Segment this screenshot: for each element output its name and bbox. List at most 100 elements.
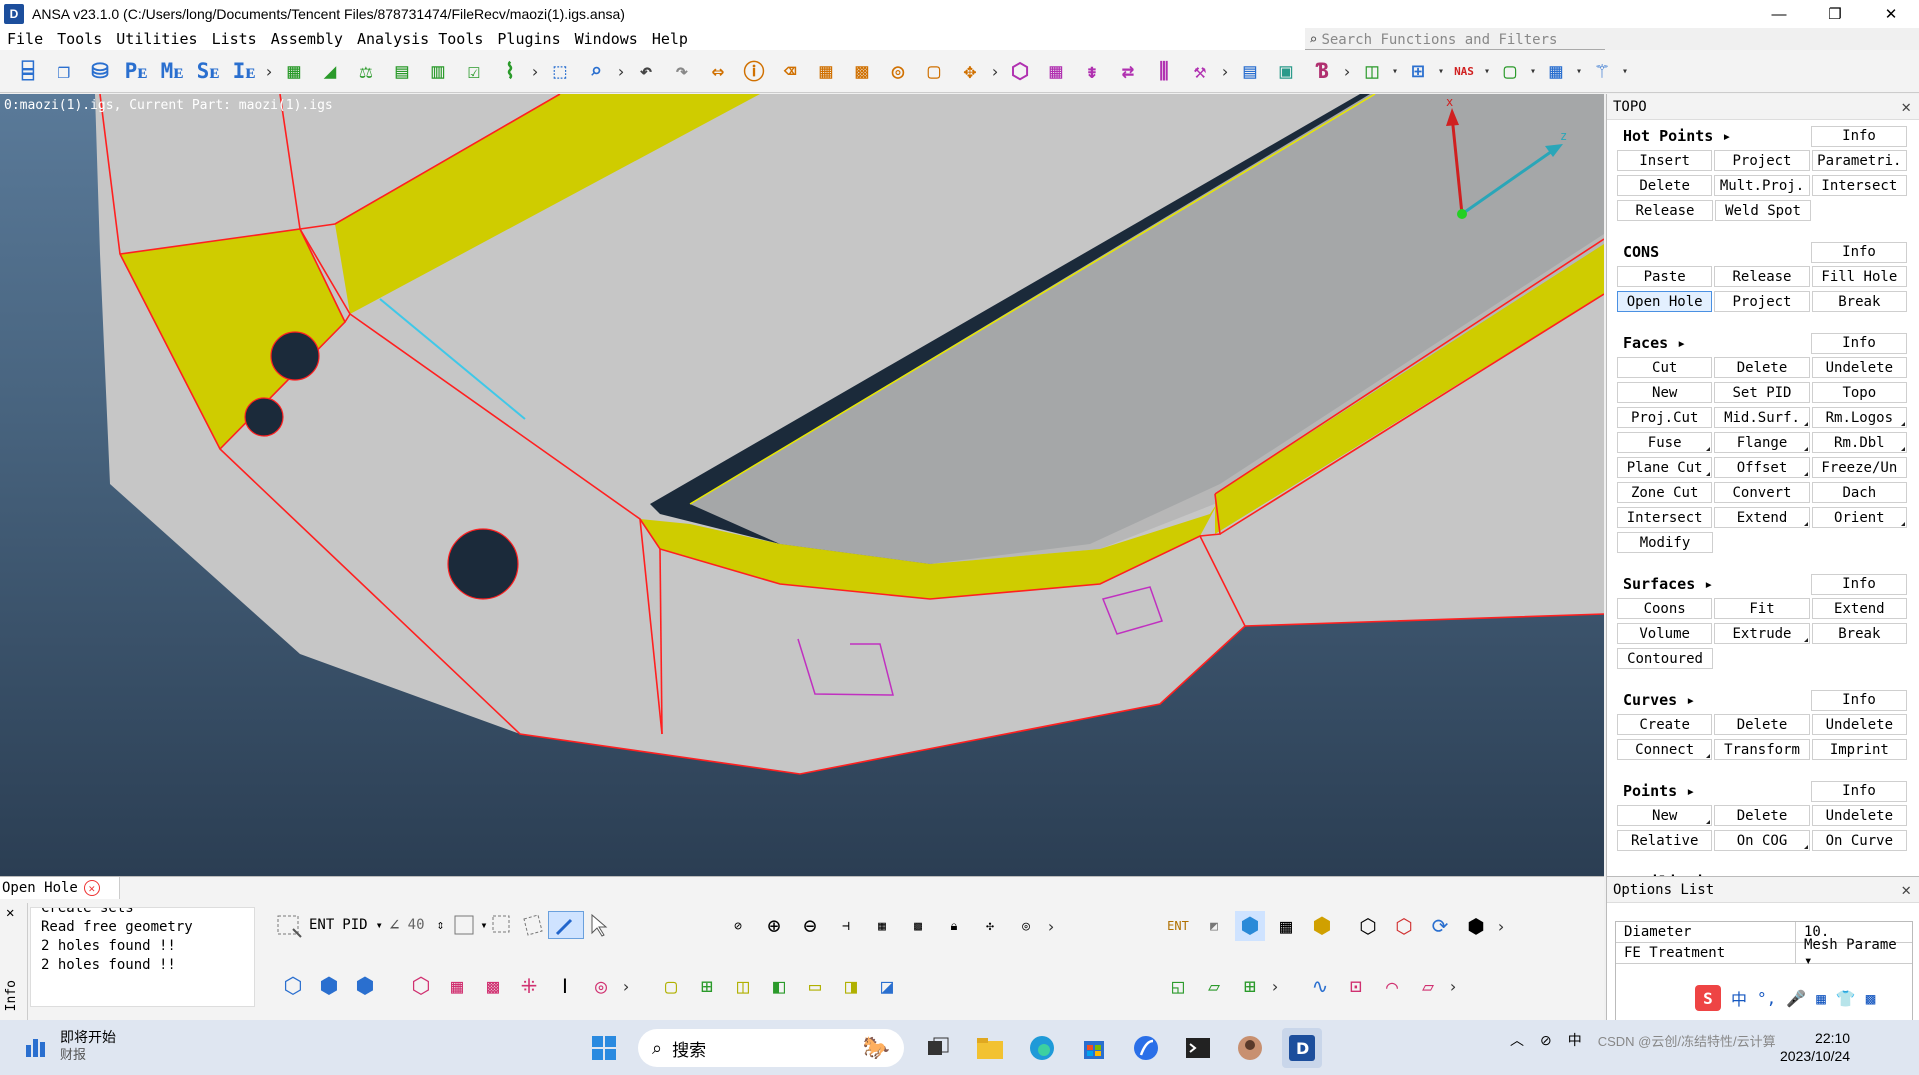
database-icon[interactable]: ⛁ bbox=[85, 56, 115, 86]
ent-view-icon[interactable]: ENT bbox=[1163, 911, 1193, 941]
extend-button[interactable]: Extend bbox=[1811, 598, 1907, 619]
info-tab[interactable]: ✕ Info bbox=[0, 903, 28, 1021]
imprint-button[interactable]: Imprint bbox=[1811, 739, 1907, 760]
layers-green-icon[interactable]: ▥ bbox=[423, 56, 453, 86]
remove-icon[interactable]: ⊖ bbox=[795, 911, 825, 941]
info-icon[interactable]: ⓘ bbox=[739, 56, 769, 86]
tray-expand-icon[interactable]: ︿ bbox=[1510, 1030, 1524, 1050]
delete-button[interactable]: Delete bbox=[1714, 357, 1810, 378]
on-cog-button[interactable]: On COG bbox=[1714, 830, 1810, 851]
topo-section-title[interactable]: Hot Points ▸ bbox=[1617, 127, 1731, 145]
add-icon[interactable]: ⊕ bbox=[759, 911, 789, 941]
offset-button[interactable]: Offset bbox=[1714, 457, 1810, 478]
cube-half-icon[interactable]: ⬢ bbox=[314, 971, 344, 1001]
ime-punct[interactable]: °, bbox=[1757, 989, 1776, 1008]
fuse-button[interactable]: Fuse bbox=[1617, 432, 1713, 453]
washer-pink-icon[interactable]: ◎ bbox=[586, 971, 616, 1001]
plane-icon[interactable]: ▱ bbox=[1413, 971, 1443, 1001]
undelete-button[interactable]: Undelete bbox=[1811, 805, 1907, 826]
clock[interactable]: 22:10 2023/10/24 bbox=[1780, 1029, 1850, 1065]
menu-analysis-tools[interactable]: Analysis Tools bbox=[350, 30, 490, 48]
curve-icon[interactable]: ∿ bbox=[1305, 971, 1335, 1001]
menu-plugins[interactable]: Plugins bbox=[490, 30, 567, 48]
cube-color-icon[interactable]: ⬢ bbox=[1307, 911, 1337, 941]
measure-icon[interactable]: ⇔ bbox=[703, 56, 733, 86]
microphone-icon[interactable]: 🎤 bbox=[1786, 989, 1806, 1008]
more-arrow-icon[interactable]: › bbox=[528, 56, 542, 86]
minimize-button[interactable]: — bbox=[1751, 0, 1807, 28]
ime-lang[interactable]: 中 bbox=[1731, 986, 1747, 1010]
topo-section-title[interactable]: CONS bbox=[1617, 243, 1659, 261]
rotate-icon[interactable]: ⟳ bbox=[1425, 911, 1455, 941]
project-button[interactable]: Project bbox=[1714, 150, 1810, 171]
plane-cut-button[interactable]: Plane Cut bbox=[1617, 457, 1713, 478]
dropdown-arrow-icon[interactable]: ▾ bbox=[480, 918, 487, 932]
proj-cut-button[interactable]: Proj.Cut bbox=[1617, 407, 1713, 428]
balance-icon[interactable]: ⚖ bbox=[351, 56, 381, 86]
cube-solid-icon[interactable]: ⬢ bbox=[350, 971, 380, 1001]
tree-icon[interactable]: ⌸ bbox=[13, 56, 43, 86]
delete-button[interactable]: Delete bbox=[1617, 175, 1713, 196]
point-box-icon[interactable]: ⊡ bbox=[1341, 971, 1371, 1001]
parametri-button[interactable]: Parametri. bbox=[1811, 150, 1907, 171]
extend-button[interactable]: Extend bbox=[1714, 507, 1810, 528]
green-view-icon[interactable]: ◱ bbox=[1163, 971, 1193, 1001]
info-button[interactable]: Info bbox=[1811, 125, 1907, 147]
dropdown-arrow-icon[interactable]: ▾ bbox=[1574, 56, 1584, 86]
graphics-viewport[interactable]: x z 0:maozi(1).igs, Current Part: maozi(… bbox=[0, 94, 1604, 876]
select-pick-icon[interactable] bbox=[547, 911, 584, 939]
grid-orange-icon[interactable]: ▩ bbox=[847, 56, 877, 86]
extrude-button[interactable]: Extrude bbox=[1714, 623, 1810, 644]
pid-label[interactable]: PID bbox=[342, 917, 367, 933]
redo-icon[interactable]: ↷ bbox=[667, 56, 697, 86]
box-select-icon[interactable] bbox=[275, 911, 305, 939]
frame-icon[interactable]: ▢ bbox=[919, 56, 949, 86]
points-pink-icon[interactable]: ⁜ bbox=[514, 971, 544, 1001]
surface-green-icon[interactable]: ◢ bbox=[315, 56, 345, 86]
release-button[interactable]: Release bbox=[1714, 266, 1810, 287]
open-hole-tab[interactable]: Open Hole ✕ bbox=[0, 877, 120, 899]
cursor-icon[interactable] bbox=[584, 911, 614, 939]
stack-icon[interactable]: ⫼ bbox=[1149, 56, 1179, 86]
menu-file[interactable]: File bbox=[0, 30, 50, 48]
fit-button[interactable]: Fit bbox=[1714, 598, 1810, 619]
grid-view-icon[interactable]: ⊞ bbox=[1403, 56, 1433, 86]
wire-cube-icon[interactable]: ⬡ bbox=[1353, 911, 1383, 941]
close-window-button[interactable]: ✕ bbox=[1863, 0, 1919, 28]
face-green-icon[interactable]: ⊞ bbox=[692, 971, 722, 1001]
info-button[interactable]: Info bbox=[1811, 332, 1907, 354]
freeze-un-button[interactable]: Freeze/Un bbox=[1811, 457, 1907, 478]
beam-icon[interactable]: Ⅰ bbox=[550, 971, 580, 1001]
undelete-button[interactable]: Undelete bbox=[1811, 357, 1907, 378]
select-window-icon[interactable] bbox=[488, 911, 518, 939]
more-arrow-icon[interactable]: › bbox=[1268, 971, 1282, 1001]
layout-icon[interactable]: ◫ bbox=[1357, 56, 1387, 86]
green-face-icon[interactable]: ▱ bbox=[1199, 971, 1229, 1001]
start-icon[interactable] bbox=[584, 1028, 624, 1068]
angle-spinner-icon[interactable]: ⇕ bbox=[437, 918, 445, 933]
terminal-icon[interactable] bbox=[1178, 1028, 1218, 1068]
move-icon[interactable]: ✥ bbox=[955, 56, 985, 86]
menu-help[interactable]: Help bbox=[645, 30, 695, 48]
select-box-icon[interactable] bbox=[450, 911, 480, 939]
grid-icon[interactable]: ▦ bbox=[867, 911, 897, 941]
more-arrow-icon[interactable]: › bbox=[1340, 56, 1354, 86]
mesh-box-icon[interactable]: ▦ bbox=[1041, 56, 1071, 86]
insert-button[interactable]: Insert bbox=[1617, 150, 1713, 171]
cube-grey-icon[interactable]: ⬢ bbox=[1461, 911, 1491, 941]
paste-button[interactable]: Paste bbox=[1617, 266, 1713, 287]
node-icon[interactable]: ✣ bbox=[975, 911, 1005, 941]
zone-cut-button[interactable]: Zone Cut bbox=[1617, 482, 1713, 503]
face-multi-icon[interactable]: ◧ bbox=[764, 971, 794, 1001]
rm-logos-button[interactable]: Rm.Logos bbox=[1811, 407, 1907, 428]
ent-label[interactable]: ENT bbox=[309, 917, 334, 933]
topo-close-icon[interactable]: ✕ bbox=[1901, 97, 1911, 116]
sogou-icon[interactable]: S bbox=[1695, 985, 1721, 1011]
network-grid-icon[interactable]: ▦ bbox=[1541, 56, 1571, 86]
wand-icon[interactable]: ⚚ bbox=[1587, 56, 1617, 86]
face-yellow-icon[interactable]: ▢ bbox=[656, 971, 686, 1001]
coons-button[interactable]: Coons bbox=[1617, 598, 1713, 619]
more-arrow-icon[interactable]: › bbox=[1446, 971, 1460, 1001]
new-button[interactable]: New bbox=[1617, 382, 1713, 403]
project-button[interactable]: Project bbox=[1714, 291, 1810, 312]
